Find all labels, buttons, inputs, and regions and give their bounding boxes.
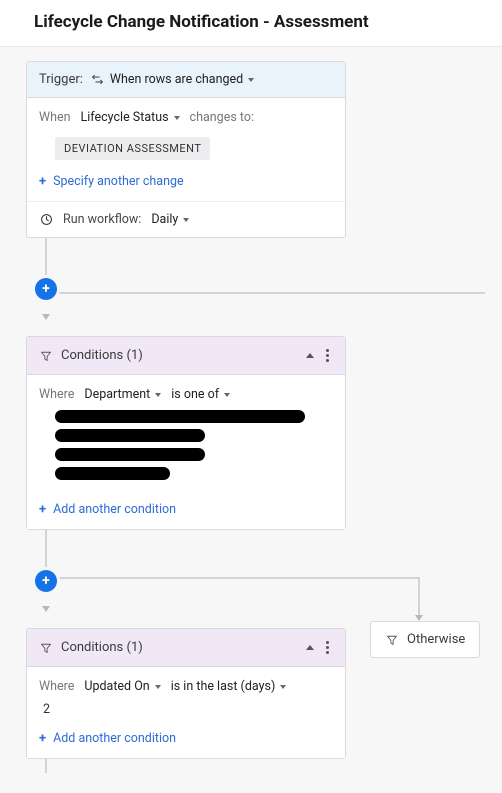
trigger-type-text: When rows are changed (110, 72, 243, 87)
caret-down-icon (280, 685, 286, 689)
branch-line-2 (45, 577, 419, 579)
arrow-down-icon (42, 314, 50, 320)
run-frequency-selector[interactable]: Daily (151, 212, 189, 227)
trigger-header: Trigger: When rows are changed (27, 62, 345, 98)
caret-down-icon (248, 78, 254, 82)
caret-down-icon (155, 685, 161, 689)
redacted-value (55, 410, 305, 423)
cond2-op-selector[interactable]: is in the last (days) (171, 679, 287, 694)
connector-line (45, 759, 47, 773)
trigger-type-selector[interactable]: When rows are changed (91, 72, 254, 87)
collapse-icon[interactable] (306, 645, 314, 650)
redacted-value (55, 448, 205, 461)
changes-to-label: changes to: (190, 110, 254, 125)
plus-icon: + (39, 732, 46, 745)
trigger-label: Trigger: (39, 72, 83, 87)
workflow-canvas: Trigger: When rows are changed When Life… (0, 61, 502, 793)
page-title: Lifecycle Change Notification - Assessme… (34, 12, 468, 32)
run-workflow-label: Run workflow: (63, 212, 141, 227)
filter-icon (385, 633, 399, 647)
connector-line: + (45, 530, 47, 586)
page-header: Lifecycle Change Notification - Assessme… (0, 0, 502, 47)
cond2-value[interactable]: 2 (39, 696, 333, 721)
trigger-card: Trigger: When rows are changed When Life… (26, 61, 346, 238)
add-step-button[interactable]: + (35, 278, 57, 300)
filter-icon (39, 641, 53, 655)
cond1-op-selector[interactable]: is one of (171, 387, 230, 402)
caret-down-icon (174, 116, 180, 120)
redacted-value (55, 429, 205, 442)
rows-changed-icon (91, 73, 105, 87)
trigger-value-tag[interactable]: DEVIATION ASSESSMENT (55, 137, 210, 160)
conditions-1-body: Where Department is one of + Add another… (27, 375, 345, 529)
conditions-1-menu[interactable] (322, 347, 333, 364)
conditions-card-1: Conditions (1) Where Department is one o… (26, 336, 346, 530)
connector-line: + (45, 238, 47, 294)
caret-down-icon (224, 393, 230, 397)
plus-icon: + (39, 503, 46, 516)
conditions-1-header: Conditions (1) (27, 337, 345, 375)
otherwise-label: Otherwise (407, 632, 465, 647)
specify-another-change[interactable]: + Specify another change (39, 174, 184, 189)
conditions-2-title: Conditions (1) (61, 640, 143, 655)
add-step-button[interactable]: + (35, 570, 57, 592)
add-condition-1[interactable]: + Add another condition (39, 502, 176, 517)
filter-icon (39, 349, 53, 363)
clock-icon (39, 213, 53, 227)
cond2-field-selector[interactable]: Updated On (84, 679, 160, 694)
arrow-down-icon (42, 606, 50, 612)
branch-line-2-down (418, 577, 420, 617)
collapse-icon[interactable] (306, 353, 314, 358)
trigger-field-selector[interactable]: Lifecycle Status (81, 110, 180, 125)
caret-down-icon (155, 393, 161, 397)
conditions-card-2: Conditions (1) Where Updated On is in th… (26, 628, 346, 759)
plus-icon: + (39, 175, 46, 188)
trigger-body: When Lifecycle Status changes to: DEVIAT… (27, 98, 345, 201)
conditions-2-body: Where Updated On is in the last (days) 2… (27, 667, 345, 758)
when-label: When (39, 110, 71, 125)
conditions-2-header: Conditions (1) (27, 629, 345, 667)
otherwise-node[interactable]: Otherwise (370, 621, 480, 658)
redacted-value (55, 467, 170, 480)
caret-down-icon (183, 218, 189, 222)
conditions-2-menu[interactable] (322, 639, 333, 656)
where-label-2: Where (39, 679, 74, 694)
conditions-1-title: Conditions (1) (61, 348, 143, 363)
add-condition-2[interactable]: + Add another condition (39, 731, 176, 746)
cond1-field-selector[interactable]: Department (84, 387, 161, 402)
run-workflow-bar: Run workflow: Daily (27, 201, 345, 237)
branch-line-1 (45, 292, 485, 294)
where-label-1: Where (39, 387, 74, 402)
